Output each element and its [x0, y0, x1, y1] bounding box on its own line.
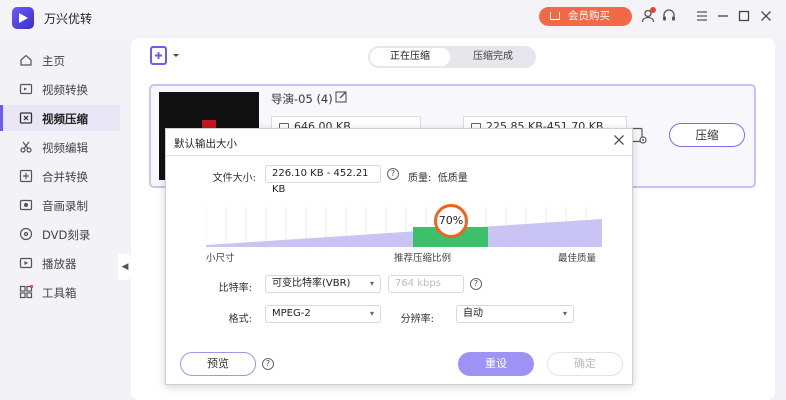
- sidebar-item-dvd[interactable]: DVD刻录: [0, 221, 120, 247]
- edit-name-icon[interactable]: [335, 90, 348, 103]
- file-size-field[interactable]: 226.10 KB - 452.21 KB: [265, 165, 381, 195]
- close-dialog-icon[interactable]: [613, 134, 625, 146]
- player-icon: [19, 257, 33, 269]
- notification-dot: [650, 7, 656, 13]
- sidebar-item-label: 主页: [42, 54, 65, 68]
- vip-label: 会员购买: [568, 10, 610, 22]
- add-file-button[interactable]: [150, 46, 180, 66]
- title-bar: 万兴优转 会员购买: [0, 0, 786, 34]
- scissors-icon: [20, 141, 32, 153]
- sidebar-item-label: 工具箱: [42, 286, 77, 300]
- confirm-button[interactable]: 确定: [547, 352, 623, 376]
- sidebar-item-label: 视频转换: [42, 83, 88, 97]
- sidebar-item-label: DVD刻录: [42, 228, 91, 242]
- app-title: 万兴优转: [44, 12, 93, 26]
- menu-icon[interactable]: [694, 8, 710, 24]
- sidebar-item-label: 视频编辑: [42, 141, 88, 155]
- toolbox-icon: [19, 285, 33, 299]
- sidebar-item-toolbox[interactable]: 工具箱: [0, 279, 120, 305]
- headset-icon[interactable]: [661, 8, 677, 24]
- resolution-select[interactable]: 自动 ▾: [456, 305, 574, 323]
- compression-slider[interactable]: [206, 207, 602, 249]
- format-value: MPEG-2: [272, 308, 311, 319]
- sidebar-item-player[interactable]: 播放器: [0, 250, 120, 276]
- chevron-down-icon: ▾: [369, 309, 374, 318]
- preview-help-icon[interactable]: ?: [262, 358, 274, 370]
- dialog-divider: [166, 155, 632, 156]
- file-size-value: 226.10 KB - 452.21 KB: [272, 168, 369, 195]
- minimize-icon[interactable]: [715, 8, 731, 24]
- resolution-label: 分辨率:: [400, 314, 434, 325]
- sidebar-item-record[interactable]: 音画录制: [0, 192, 120, 218]
- bitrate-help-icon[interactable]: ?: [470, 278, 482, 290]
- reset-button[interactable]: 重设: [458, 352, 534, 376]
- recommended-label: 推荐压缩比例: [394, 253, 452, 264]
- size-help-icon[interactable]: ?: [387, 168, 399, 180]
- merge-icon: [19, 169, 33, 183]
- resolution-value: 自动: [463, 308, 483, 319]
- file-size-label: 文件大小:: [212, 173, 256, 184]
- sidebar-item-label: 播放器: [42, 257, 77, 271]
- collapse-sidebar-button[interactable]: ◀: [118, 254, 132, 280]
- ratio-handle[interactable]: 70%: [434, 204, 468, 238]
- vip-purchase-button[interactable]: 会员购买: [539, 7, 632, 26]
- compress-icon: [19, 112, 33, 124]
- compress-button[interactable]: 压缩: [669, 123, 745, 147]
- home-icon: [20, 54, 32, 66]
- output-size-dialog: 默认输出大小 文件大小: 226.10 KB - 452.21 KB ? 质量:…: [165, 128, 633, 385]
- record-icon: [19, 199, 33, 211]
- tab-compressed[interactable]: 压缩完成: [452, 48, 534, 66]
- kbps-placeholder: 764 kbps: [395, 278, 441, 289]
- chevron-down-icon: ▾: [562, 309, 567, 318]
- sidebar-item-compress[interactable]: 视频压缩: [0, 105, 120, 131]
- bitrate-select[interactable]: 可变比特率(VBR) ▾: [265, 275, 381, 293]
- quality-label: 质量:: [408, 173, 432, 184]
- bitrate-value: 可变比特率(VBR): [272, 278, 351, 289]
- small-size-label: 小尺寸: [206, 253, 235, 264]
- sidebar: 主页 视频转换 视频压缩 视频编辑 合并转换 音画录制 DVD刻录 播放器 工具…: [0, 38, 120, 400]
- chevron-down-icon: ▾: [369, 279, 374, 288]
- bitrate-label: 比特率:: [218, 283, 252, 294]
- close-window-icon[interactable]: [758, 8, 774, 24]
- preview-button[interactable]: 预览: [180, 352, 256, 376]
- convert-icon: [19, 83, 33, 95]
- best-quality-label: 最佳质量: [558, 253, 597, 264]
- dialog-title: 默认输出大小: [174, 138, 237, 150]
- format-label: 格式:: [228, 314, 252, 325]
- sidebar-item-edit[interactable]: 视频编辑: [0, 134, 120, 160]
- tab-switcher: 正在压缩 压缩完成: [368, 46, 536, 68]
- sidebar-item-home[interactable]: 主页: [0, 47, 120, 73]
- kbps-input[interactable]: 764 kbps: [388, 275, 464, 293]
- sidebar-item-convert[interactable]: 视频转换: [0, 76, 120, 102]
- app-logo-icon: [12, 7, 34, 29]
- disc-icon: [19, 227, 33, 241]
- sidebar-item-merge[interactable]: 合并转换: [0, 163, 120, 189]
- quality-value: 低质量: [437, 173, 468, 184]
- sidebar-item-label: 视频压缩: [42, 112, 88, 126]
- tab-compressing[interactable]: 正在压缩: [370, 48, 450, 66]
- maximize-icon[interactable]: [736, 8, 752, 24]
- sidebar-item-label: 合并转换: [42, 170, 88, 184]
- file-name: 导演-05 (4): [271, 92, 333, 106]
- sidebar-item-label: 音画录制: [42, 199, 88, 213]
- format-select[interactable]: MPEG-2 ▾: [265, 305, 381, 323]
- cart-icon: [550, 12, 560, 20]
- quality-info: 质量: 低质量: [408, 169, 468, 184]
